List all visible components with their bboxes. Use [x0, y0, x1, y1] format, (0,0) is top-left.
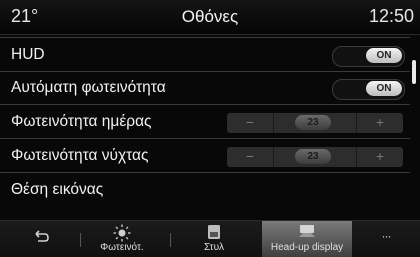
scrollbar-thumb[interactable] — [412, 60, 416, 84]
toggle-knob: ON — [366, 81, 402, 96]
tab-more[interactable]: ··· — [352, 221, 420, 257]
hud-toggle[interactable]: ON — [332, 46, 405, 67]
tab-style[interactable]: Στυλ — [171, 221, 257, 257]
setting-label: HUD — [11, 46, 45, 63]
page-title: Οθόνες — [181, 7, 239, 26]
auto-brightness-toggle[interactable]: ON — [332, 79, 405, 100]
tab-label: Στυλ — [203, 242, 225, 253]
more-dots-icon: ··· — [381, 229, 392, 243]
stepper-value: 23 — [295, 149, 331, 164]
setting-row-image-position[interactable]: Θέση εικόνας — [0, 173, 410, 206]
bottom-tab-bar: Φωτεινότ. Στυλ Head-up display ··· — [0, 220, 420, 257]
setting-label: Φωτεινότητα νύχτας — [11, 147, 149, 164]
setting-row-auto-brightness[interactable]: Αυτόματη φωτεινότητα ON — [0, 71, 410, 105]
tab-back[interactable] — [0, 221, 80, 257]
tab-brightness[interactable]: Φωτεινότ. — [81, 221, 163, 257]
increase-button[interactable]: + — [356, 147, 403, 167]
increase-button[interactable]: + — [356, 113, 403, 133]
style-icon — [208, 225, 220, 239]
decrease-button[interactable]: − — [227, 147, 274, 167]
setting-row-night-brightness: Φωτεινότητα νύχτας − 23 + — [0, 139, 410, 173]
tab-label: Φωτεινότ. — [100, 242, 144, 253]
night-brightness-stepper[interactable]: − 23 + — [227, 147, 403, 167]
sun-brightness-icon — [113, 224, 131, 242]
setting-label: Αυτόματη φωτεινότητα — [11, 79, 166, 96]
setting-label: Φωτεινότητα ημέρας — [11, 113, 152, 130]
head-up-display-icon — [299, 225, 315, 237]
toggle-knob: ON — [366, 48, 402, 63]
stepper-value: 23 — [295, 115, 331, 130]
setting-row-day-brightness: Φωτεινότητα ημέρας − 23 + — [0, 105, 410, 139]
setting-label: Θέση εικόνας — [11, 181, 104, 198]
clock: 12:50 — [368, 6, 414, 26]
header-bar: 21° Οθόνες 12:50 — [0, 0, 420, 35]
tab-label: Head-up display — [270, 242, 344, 253]
back-arrow-icon — [35, 230, 49, 242]
day-brightness-stepper[interactable]: − 23 + — [227, 113, 403, 133]
setting-row-hud[interactable]: HUD ON — [0, 37, 410, 72]
tab-head-up-display[interactable]: Head-up display — [262, 221, 352, 257]
decrease-button[interactable]: − — [227, 113, 274, 133]
